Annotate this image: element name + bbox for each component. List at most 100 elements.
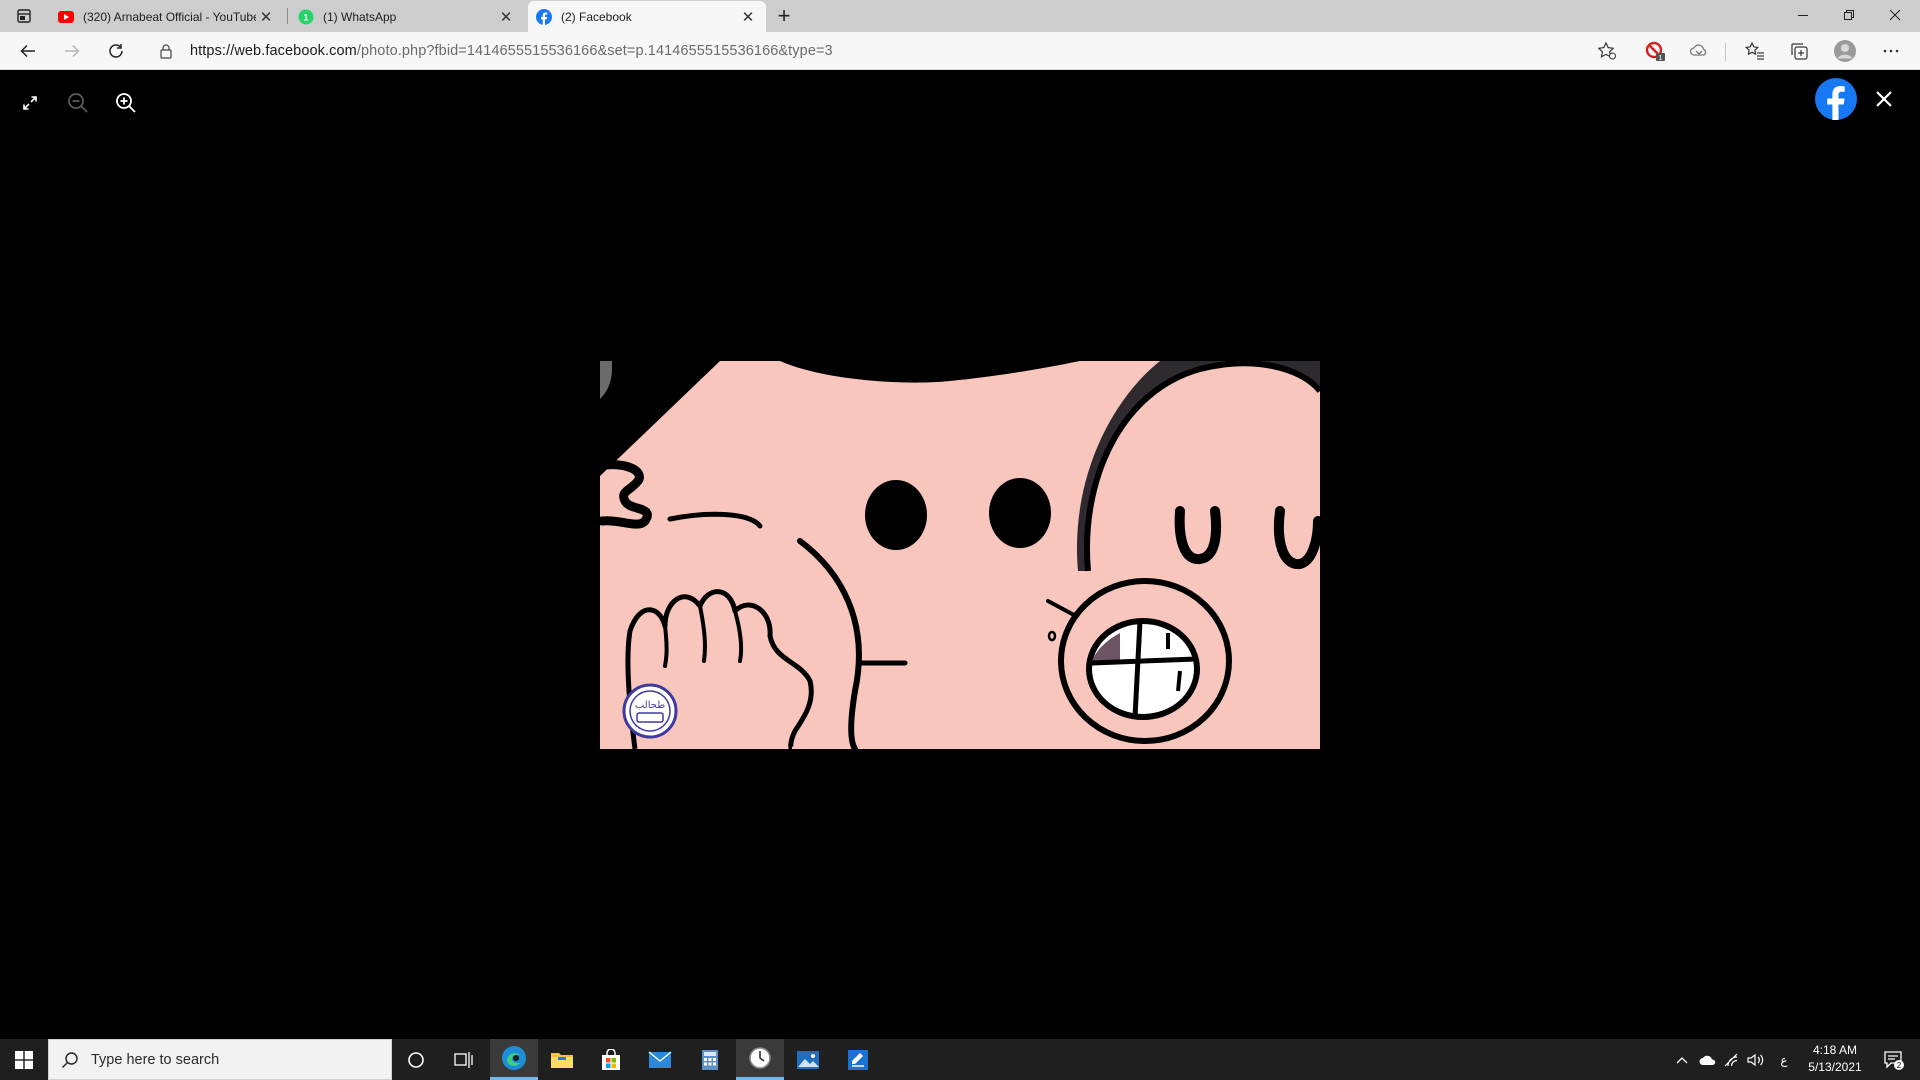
- taskbar-app-file-explorer[interactable]: [538, 1039, 586, 1080]
- task-view-button[interactable]: [440, 1039, 488, 1080]
- tab-title: (2) Facebook: [561, 9, 632, 24]
- tab-title: (1) WhatsApp: [323, 9, 397, 24]
- cortana-icon: [408, 1051, 424, 1068]
- edge-icon: [502, 1046, 526, 1070]
- volume-tray-button[interactable]: [1744, 1039, 1768, 1080]
- task-view-icon: [454, 1051, 473, 1068]
- collections-button[interactable]: [1786, 39, 1812, 63]
- tab-bar: (320) Arnabeat Official - YouTube ✕ 1 (1…: [0, 0, 1920, 32]
- minimize-button[interactable]: [1780, 0, 1826, 30]
- toolbar-divider: [1725, 43, 1726, 61]
- chevron-up-icon: [1676, 1056, 1688, 1063]
- taskbar-clock[interactable]: 4:18 AM 5/13/2021: [1800, 1042, 1870, 1076]
- url-host: https://web.facebook.com: [190, 43, 357, 59]
- language-tray-button[interactable]: ع: [1772, 1039, 1796, 1080]
- tab-actions-button[interactable]: [8, 4, 40, 28]
- zoom-out-icon: [68, 93, 88, 113]
- action-center-button[interactable]: 2: [1874, 1039, 1914, 1080]
- more-dots-icon: [1883, 49, 1899, 53]
- cloud-extension-icon: [1689, 44, 1707, 56]
- notification-icon: 2: [1884, 1050, 1904, 1070]
- tab-close-button[interactable]: ✕: [256, 7, 276, 27]
- facebook-icon: [536, 8, 552, 25]
- tab-facebook[interactable]: (2) Facebook ✕: [528, 1, 766, 32]
- photo-image[interactable]: طحالب: [600, 361, 1320, 749]
- windows-taskbar: Type here to search ع 4:18 AM 5/13/2021 …: [0, 1039, 1920, 1080]
- wifi-icon: [1724, 1053, 1738, 1066]
- favorites-icon: [1745, 41, 1764, 60]
- svg-text:1: 1: [303, 12, 308, 22]
- youtube-icon: [58, 9, 74, 25]
- svg-text:1: 1: [1659, 55, 1663, 62]
- adblock-extension-icon: 1: [1645, 41, 1665, 62]
- taskbar-app-edge[interactable]: [490, 1039, 538, 1080]
- tab-close-button[interactable]: ✕: [496, 7, 516, 27]
- back-arrow-icon: [20, 44, 35, 58]
- cortana-button[interactable]: [392, 1039, 440, 1080]
- stamp-text: طحالب: [635, 700, 665, 711]
- taskbar-app-clock[interactable]: [736, 1039, 784, 1080]
- exit-fullscreen-button[interactable]: [15, 88, 45, 118]
- extension-adblock-button[interactable]: 1: [1642, 39, 1668, 63]
- alarm-clock-icon: [749, 1047, 771, 1069]
- url-text[interactable]: https://web.facebook.com/photo.php?fbid=…: [190, 43, 833, 59]
- notification-count: 2: [1897, 1061, 1902, 1070]
- favorites-button[interactable]: [1742, 39, 1768, 63]
- exit-fullscreen-icon: [23, 96, 37, 110]
- network-tray-button[interactable]: [1720, 1039, 1744, 1080]
- zoom-out-button[interactable]: [63, 88, 93, 118]
- close-icon: [1889, 9, 1901, 21]
- address-bar[interactable]: https://web.facebook.com/photo.php?fbid=…: [146, 35, 1706, 67]
- tab-close-button[interactable]: ✕: [738, 7, 758, 27]
- tab-whatsapp[interactable]: 1 (1) WhatsApp ✕: [290, 1, 524, 32]
- tab-title: (320) Arnabeat Official - YouTube: [83, 9, 256, 24]
- start-button[interactable]: [0, 1039, 48, 1080]
- zoom-in-icon: [116, 93, 136, 113]
- facebook-logo[interactable]: [1815, 78, 1857, 120]
- new-tab-button[interactable]: +: [770, 3, 798, 29]
- zoom-in-button[interactable]: [111, 88, 141, 118]
- forward-button[interactable]: [56, 36, 88, 66]
- photo-viewer: طحالب: [0, 71, 1920, 1039]
- taskbar-app-mail[interactable]: [636, 1039, 684, 1080]
- close-icon: [1876, 91, 1892, 107]
- avatar-icon: [1834, 40, 1856, 62]
- taskbar-app-calculator[interactable]: [686, 1039, 734, 1080]
- facebook-f-icon: [1827, 86, 1845, 120]
- search-icon: [62, 1051, 78, 1068]
- lock-icon[interactable]: [158, 43, 174, 59]
- taskbar-app-store[interactable]: [587, 1039, 635, 1080]
- restore-button[interactable]: [1826, 0, 1872, 30]
- tab-youtube[interactable]: (320) Arnabeat Official - YouTube ✕: [50, 1, 284, 32]
- refresh-icon: [109, 44, 123, 58]
- clock-time: 4:18 AM: [1812, 1043, 1858, 1057]
- close-window-button[interactable]: [1872, 0, 1918, 30]
- browser-toolbar: https://web.facebook.com/photo.php?fbid=…: [0, 32, 1920, 70]
- collections-icon: [1791, 43, 1808, 60]
- restore-icon: [1844, 10, 1854, 20]
- clock-date: 5/13/2021: [1808, 1060, 1862, 1074]
- onedrive-tray-button[interactable]: [1696, 1039, 1720, 1080]
- settings-more-button[interactable]: [1878, 39, 1904, 63]
- show-hidden-icons-button[interactable]: [1670, 1039, 1694, 1080]
- search-placeholder: Type here to search: [91, 1051, 220, 1068]
- mail-icon: [648, 1050, 672, 1068]
- back-button[interactable]: [12, 36, 44, 66]
- add-favorite-button[interactable]: [1594, 39, 1620, 63]
- minimize-icon: [1798, 15, 1808, 16]
- taskbar-app-whiteboard[interactable]: [834, 1039, 882, 1080]
- taskbar-search[interactable]: Type here to search: [48, 1039, 392, 1080]
- star-add-icon: [1597, 41, 1616, 60]
- whatsapp-icon: 1: [298, 9, 314, 25]
- folder-icon: [551, 1052, 573, 1068]
- url-path: /photo.php?fbid=1414655515536166&set=p.1…: [356, 43, 833, 59]
- photos-icon: [797, 1050, 819, 1069]
- calculator-icon: [702, 1049, 718, 1070]
- cartoon-illustration: طحالب: [600, 361, 1320, 749]
- taskbar-app-photos[interactable]: [784, 1039, 832, 1080]
- extension-button[interactable]: [1686, 39, 1712, 63]
- refresh-button[interactable]: [100, 36, 132, 66]
- profile-button[interactable]: [1832, 39, 1858, 63]
- tab-actions-icon: [17, 9, 31, 23]
- close-viewer-button[interactable]: [1868, 83, 1900, 115]
